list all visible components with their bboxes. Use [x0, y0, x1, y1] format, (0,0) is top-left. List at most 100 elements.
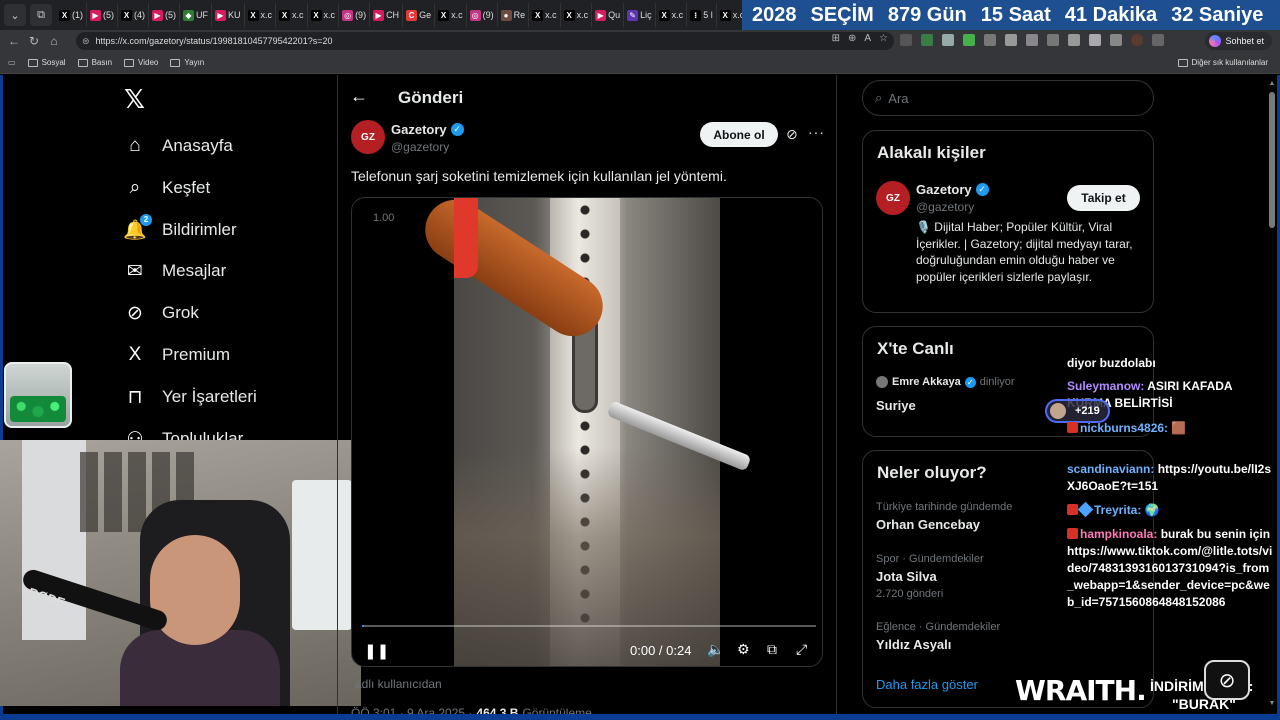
scrollbar-thumb[interactable]	[1269, 92, 1275, 228]
related-name-text: Gazetory	[916, 182, 972, 197]
folder-icon	[77, 58, 88, 67]
extension-icon[interactable]	[1089, 34, 1101, 46]
workspaces-icon[interactable]: ⧉	[30, 4, 52, 26]
bookmark-folder-basin[interactable]: Basın	[77, 58, 112, 67]
subscribe-button[interactable]: Abone ol	[700, 122, 778, 147]
related-bio: 🎙️ Dijital Haber; Popüler Kültür, Viral …	[916, 220, 1133, 284]
site-info-icon[interactable]: ⊜	[82, 36, 90, 47]
related-handle[interactable]: @gazetory	[916, 200, 974, 214]
sidebar-item-mesajlar[interactable]: ✉ Mesajlar	[124, 258, 226, 284]
browser-tab[interactable]: ▶ Qu	[592, 3, 625, 27]
browser-tab[interactable]: Xx.c	[308, 3, 340, 27]
bookmarks-toggle-icon[interactable]: ▭	[8, 58, 16, 67]
extension-icon[interactable]	[942, 34, 954, 46]
extension-icon[interactable]	[1110, 34, 1122, 46]
fullscreen-icon[interactable]: ⤢	[796, 641, 807, 658]
browser-tab[interactable]: X (4)	[118, 3, 149, 27]
pip-icon[interactable]: ⧉	[767, 641, 777, 658]
reload-icon[interactable]: ↻	[24, 34, 44, 48]
scroll-up-icon[interactable]: ▲	[1268, 80, 1276, 88]
video-frame[interactable]	[413, 198, 752, 666]
search-input[interactable]: ⌕ Ara	[862, 80, 1154, 116]
follow-button[interactable]: Takip et	[1067, 185, 1140, 211]
extension-icon[interactable]	[1068, 34, 1080, 46]
sidebar-item-bildirimler[interactable]: 🔔 2 Bildirimler	[123, 214, 237, 243]
tab-favicon-icon: X	[121, 9, 132, 21]
browser-tab[interactable]: ⁝ 5 l	[687, 3, 717, 27]
sidebar-item-ke-fet[interactable]: ⌕ Keşfet	[124, 175, 211, 201]
video-progress-bar[interactable]	[362, 625, 816, 627]
sidebar-item-premium[interactable]: X Premium	[124, 342, 230, 368]
read-aloud-icon[interactable]: A	[864, 33, 871, 44]
zoom-icon[interactable]: ⊕	[848, 33, 856, 44]
browser-tab[interactable]: Xx.c	[245, 3, 277, 27]
page-scrollbar[interactable]: ▲ ▼	[1268, 80, 1276, 708]
extension-icon[interactable]	[900, 34, 912, 46]
favorite-star-icon[interactable]: ☆	[879, 33, 888, 44]
tab-title: (4)	[134, 10, 145, 20]
live-space-host[interactable]: Emre Akkaya ✓ dinliyor	[876, 376, 1015, 388]
bookmark-folder-sosyal[interactable]: Sosyal	[27, 58, 66, 67]
tab-favicon-icon: ◆	[183, 9, 194, 21]
other-bookmarks-folder[interactable]: Diğer sık kullanılanlar	[1177, 58, 1268, 67]
browser-tab[interactable]: Xx.c	[561, 3, 593, 27]
author-name[interactable]: Gazetory ✓	[391, 122, 464, 137]
browser-tab[interactable]: Xx.c	[656, 3, 688, 27]
countdown-year: 2028	[752, 3, 797, 26]
extension-icon[interactable]	[1005, 34, 1017, 46]
volume-icon[interactable]: 🔈	[707, 641, 724, 658]
sidebar-item-grok[interactable]: ⊘ Grok	[124, 300, 199, 326]
related-name[interactable]: Gazetory ✓	[916, 182, 989, 197]
browser-tab[interactable]: ✎ Liç	[624, 3, 656, 27]
profile-avatar[interactable]	[1131, 34, 1143, 46]
browser-tab[interactable]: ▶ CH	[370, 3, 404, 27]
bookmark-folder-yayin[interactable]: Yayın	[170, 58, 204, 67]
extension-icon[interactable]	[963, 34, 975, 46]
extension-icon[interactable]	[1026, 34, 1038, 46]
live-space-topic[interactable]: Suriye	[876, 398, 916, 413]
bookmark-folder-video[interactable]: Video	[124, 58, 158, 67]
author-handle[interactable]: @gazetory	[391, 140, 449, 154]
playback-speed: 1.00	[373, 212, 395, 224]
bell-icon: 🔔 2	[123, 214, 152, 241]
install-app-icon[interactable]: ⊞	[832, 33, 840, 44]
browser-tab[interactable]: ▶ (5)	[149, 3, 180, 27]
tab-title: x.c	[545, 10, 557, 20]
menu-dots-icon[interactable]	[1152, 34, 1164, 46]
sidebar-item-yer-i-aretleri[interactable]: ⊓ Yer İşaretleri	[124, 384, 257, 410]
browser-tab[interactable]: Xx.c	[435, 3, 467, 27]
extension-icon[interactable]	[1047, 34, 1059, 46]
tab-favicon-icon: X	[532, 9, 544, 21]
browser-tab[interactable]: ◎ (9)	[339, 3, 371, 27]
settings-gear-icon[interactable]: ⚙	[737, 641, 750, 658]
tab-list-button[interactable]: ⌄	[4, 4, 26, 26]
browser-tab[interactable]: ▶ KU	[212, 3, 245, 27]
more-options-icon[interactable]: ···	[808, 124, 825, 140]
browser-tab[interactable]: ● Re	[498, 3, 530, 27]
scroll-down-icon[interactable]: ▼	[1268, 700, 1276, 708]
browser-tab[interactable]: Xx.c	[276, 3, 308, 27]
url-field[interactable]: ⊜ https://x.com/gazetory/status/19981810…	[76, 32, 894, 50]
home-button-icon[interactable]: ⌂	[44, 34, 64, 48]
back-arrow-icon[interactable]: ←	[350, 86, 368, 107]
browser-tab[interactable]: ◆ UF	[180, 3, 212, 27]
browser-tab[interactable]: Xx.c	[529, 3, 561, 27]
related-avatar[interactable]: GZ	[876, 181, 910, 215]
x-logo-icon[interactable]: 𝕏	[124, 86, 150, 112]
extension-icon[interactable]	[984, 34, 996, 46]
browser-tab[interactable]: C Ge	[403, 3, 436, 27]
browser-tab[interactable]: X (1)	[56, 3, 87, 27]
sidebar-item-anasayfa[interactable]: ⌂ Anasayfa	[124, 133, 233, 159]
show-more-link[interactable]: Daha fazla göster	[876, 677, 978, 692]
video-player[interactable]: 1.00 ❚❚ 0:00 / 0:24 🔈 ⚙ ⧉ ⤢	[351, 197, 823, 667]
copilot-chat-button[interactable]: Sohbet et	[1205, 32, 1272, 50]
author-avatar[interactable]: GZ	[351, 120, 385, 154]
video-red-object	[454, 198, 478, 278]
back-icon[interactable]: ←	[4, 34, 24, 48]
browser-tab[interactable]: ◎ (9)	[467, 3, 498, 27]
browser-tab[interactable]: ▶ (5)	[87, 3, 118, 27]
extension-icon[interactable]	[921, 34, 933, 46]
pause-icon[interactable]: ❚❚	[364, 642, 389, 660]
x-live-title: X'te Canlı	[877, 339, 954, 358]
grok-explain-icon[interactable]: ⊘	[786, 126, 798, 143]
